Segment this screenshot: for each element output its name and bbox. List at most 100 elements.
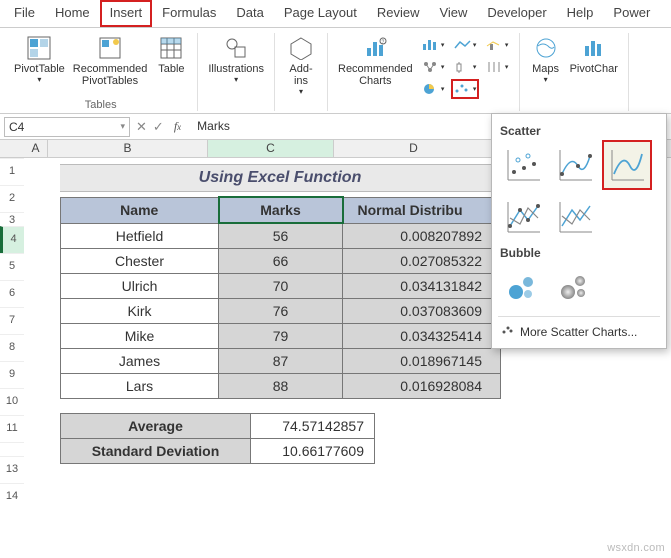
col-header-D[interactable]: D <box>334 140 494 157</box>
sheet-title: Using Excel Function <box>60 164 500 192</box>
watermark: wsxdn.com <box>607 542 665 554</box>
row-header[interactable]: 6 <box>0 280 24 307</box>
stats-table: Average74.57142857 Standard Deviation10.… <box>60 413 375 464</box>
line-chart-dropdown[interactable]: ▾ <box>451 35 479 55</box>
stat-val[interactable]: 74.57142857 <box>251 414 375 439</box>
scatter-straight-lines-option[interactable] <box>550 192 600 242</box>
column-chart-dropdown[interactable]: ▾ <box>419 35 447 55</box>
more-charts-icon <box>500 323 514 340</box>
bubble-section-label: Bubble <box>498 242 660 262</box>
recommended-pivot-label: Recommended PivotTables <box>73 63 148 87</box>
row-header[interactable]: 2 <box>0 185 24 212</box>
th-marks[interactable]: Marks <box>219 197 343 223</box>
fx-icon[interactable]: fx <box>170 119 185 134</box>
table-row: Ulrich700.034131842 <box>61 274 501 299</box>
scatter-plain-option[interactable] <box>498 140 548 190</box>
maps-button[interactable]: Maps ▾ <box>526 33 566 97</box>
tab-power[interactable]: Power <box>603 0 660 27</box>
pivottable-button[interactable]: PivotTable ▾ <box>10 33 69 97</box>
maps-icon <box>533 35 559 61</box>
bubble-2d-option[interactable] <box>498 262 548 312</box>
stat-key[interactable]: Average <box>61 414 251 439</box>
statistic-chart-dropdown[interactable]: ▾ <box>451 57 479 77</box>
recommended-charts-button[interactable]: ? Recommended Charts <box>334 33 417 101</box>
tab-developer[interactable]: Developer <box>477 0 556 27</box>
stat-key[interactable]: Standard Deviation <box>61 439 251 464</box>
scatter-smooth-lines-option[interactable] <box>602 140 652 190</box>
svg-text:?: ? <box>382 40 385 46</box>
tab-insert[interactable]: Insert <box>100 0 153 27</box>
name-box[interactable]: C4 ▾ <box>4 117 130 137</box>
bubble-3d-option[interactable] <box>550 262 600 312</box>
more-scatter-charts[interactable]: More Scatter Charts... <box>498 316 660 342</box>
cancel-icon[interactable]: ✕ <box>136 119 147 135</box>
table-row: Kirk760.037083609 <box>61 299 501 324</box>
recommended-pivottables-button[interactable]: Recommended PivotTables <box>69 33 152 97</box>
addins-icon <box>288 35 314 61</box>
table-row: James870.018967145 <box>61 349 501 374</box>
row-header[interactable]: 7 <box>0 307 24 334</box>
tab-help[interactable]: Help <box>557 0 604 27</box>
addins-button[interactable]: Add- ins ▾ <box>281 33 321 97</box>
recommended-charts-icon: ? <box>362 35 388 61</box>
row-header[interactable]: 4 <box>0 226 24 253</box>
th-name: Name <box>61 197 219 223</box>
scatter-chart-popup: Scatter Bubble More Scatter Charts... <box>491 113 667 349</box>
col-header-A[interactable]: A <box>24 140 48 157</box>
tab-file[interactable]: File <box>4 0 45 27</box>
table-icon <box>158 35 184 61</box>
row-header[interactable]: 5 <box>0 253 24 280</box>
tab-page-layout[interactable]: Page Layout <box>274 0 367 27</box>
pie-chart-dropdown[interactable]: ▾ <box>419 79 447 99</box>
scatter-smooth-markers-option[interactable] <box>550 140 600 190</box>
row-header[interactable]: 9 <box>0 361 24 388</box>
recommended-pivot-icon <box>97 35 123 61</box>
combo-chart-dropdown[interactable]: ▾ <box>483 35 511 55</box>
chevron-down-icon: ▾ <box>37 75 41 84</box>
row-header[interactable]: 3 <box>0 212 24 226</box>
tab-data[interactable]: Data <box>226 0 273 27</box>
data-table: Name Marks Normal Distribu Hetfield560.0… <box>60 196 501 399</box>
ribbon-tabs: File Home Insert Formulas Data Page Layo… <box>0 0 671 28</box>
row-header[interactable]: 10 <box>0 388 24 415</box>
table-button[interactable]: Table <box>151 33 191 97</box>
table-row: Chester660.027085322 <box>61 249 501 274</box>
row-header[interactable] <box>0 442 24 456</box>
illustrations-label: Illustrations <box>208 63 264 75</box>
row-header[interactable]: 8 <box>0 334 24 361</box>
col-header-B[interactable]: B <box>48 140 208 157</box>
row-header[interactable]: 13 <box>0 456 24 483</box>
row-header[interactable]: 11 <box>0 415 24 442</box>
addins-label: Add- ins <box>289 63 312 87</box>
pivotchart-button[interactable]: PivotChar <box>566 33 622 97</box>
chevron-down-icon: ▾ <box>234 75 238 84</box>
row-headers: 1 2 3 4 5 6 7 8 9 10 11 13 14 <box>0 158 24 510</box>
table-row: Mike790.034325414 <box>61 324 501 349</box>
tab-review[interactable]: Review <box>367 0 430 27</box>
table-row: Lars880.016928084 <box>61 374 501 399</box>
recommended-charts-label: Recommended Charts <box>338 63 413 87</box>
stock-chart-dropdown[interactable]: ▾ <box>483 57 511 77</box>
table-row: Hetfield560.008207892 <box>61 223 501 249</box>
tab-home[interactable]: Home <box>45 0 100 27</box>
hierarchy-chart-dropdown[interactable]: ▾ <box>419 57 447 77</box>
scatter-straight-markers-option[interactable] <box>498 192 548 242</box>
row-header[interactable]: 1 <box>0 158 24 185</box>
accept-icon[interactable]: ✓ <box>153 119 164 135</box>
pivotchart-icon <box>581 35 607 61</box>
th-nd: Normal Distribu <box>343 197 501 223</box>
chevron-down-icon: ▾ <box>120 121 125 132</box>
scatter-chart-dropdown[interactable]: ▾ <box>451 79 479 99</box>
table-label: Table <box>158 63 184 75</box>
col-header-C[interactable]: C <box>208 140 334 157</box>
more-charts-label: More Scatter Charts... <box>520 325 637 339</box>
row-header[interactable]: 14 <box>0 483 24 510</box>
ribbon: PivotTable ▾ Recommended PivotTables Tab… <box>0 28 671 114</box>
stat-val[interactable]: 10.66177609 <box>251 439 375 464</box>
name-box-value: C4 <box>9 120 24 134</box>
tab-formulas[interactable]: Formulas <box>152 0 226 27</box>
illustrations-button[interactable]: Illustrations ▾ <box>204 33 268 97</box>
chevron-down-icon: ▾ <box>544 75 548 84</box>
maps-label: Maps <box>532 63 559 75</box>
tab-view[interactable]: View <box>429 0 477 27</box>
